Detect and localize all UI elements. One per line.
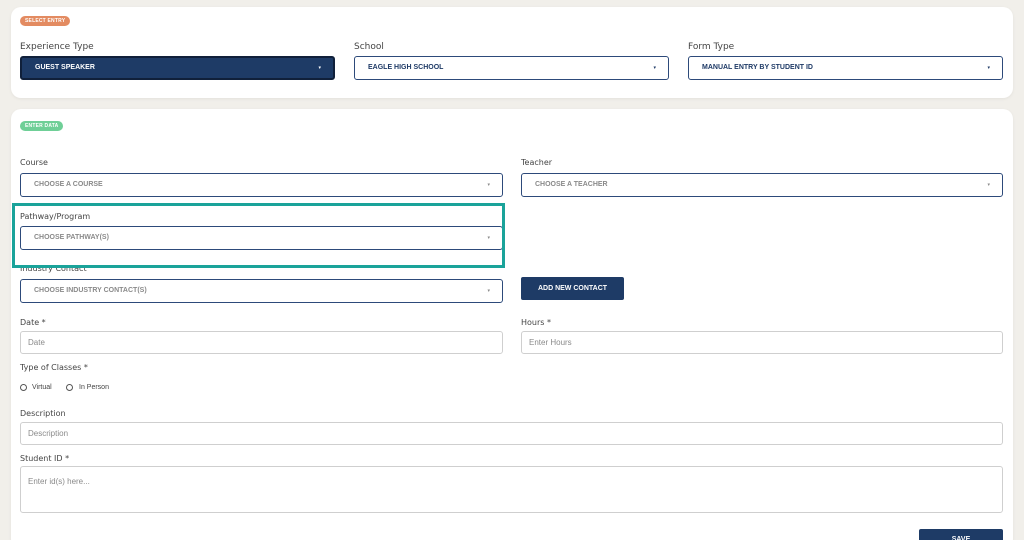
chevron-down-icon: ▾ bbox=[487, 288, 490, 294]
select-entry-card bbox=[11, 7, 1013, 98]
date-label: Date * bbox=[20, 318, 46, 327]
industry-contact-value: CHOOSE INDUSTRY CONTACT(S) bbox=[34, 287, 147, 294]
school-value: EAGLE HIGH SCHOOL bbox=[368, 64, 444, 71]
virtual-radio-label: Virtual bbox=[32, 384, 52, 391]
description-input[interactable]: Description bbox=[20, 422, 1003, 445]
in-person-radio-label: In Person bbox=[79, 384, 109, 391]
student-id-placeholder: Enter id(s) here... bbox=[28, 477, 90, 486]
experience-type-value: GUEST SPEAKER bbox=[35, 64, 95, 71]
description-label: Description bbox=[20, 409, 66, 418]
save-button[interactable]: SAVE bbox=[919, 529, 1003, 540]
virtual-radio[interactable] bbox=[20, 384, 27, 391]
form-type-value: MANUAL ENTRY BY STUDENT ID bbox=[702, 64, 813, 71]
school-select[interactable]: EAGLE HIGH SCHOOL ▾ bbox=[354, 56, 669, 80]
student-id-textarea[interactable]: Enter id(s) here... bbox=[20, 466, 1003, 513]
chevron-down-icon: ▾ bbox=[987, 65, 990, 71]
type-of-classes-label: Type of Classes * bbox=[20, 363, 88, 372]
pathway-highlight-box bbox=[12, 203, 505, 268]
chevron-down-icon: ▾ bbox=[987, 182, 990, 188]
experience-type-select[interactable]: GUEST SPEAKER ▾ bbox=[20, 56, 335, 80]
experience-type-label: Experience Type bbox=[20, 42, 94, 52]
course-select[interactable]: CHOOSE A COURSE ▾ bbox=[20, 173, 503, 197]
school-label: School bbox=[354, 42, 384, 52]
course-value: CHOOSE A COURSE bbox=[34, 181, 103, 188]
date-placeholder: Date bbox=[28, 338, 45, 347]
enter-data-badge: ENTER DATA bbox=[20, 121, 64, 131]
hours-placeholder: Enter Hours bbox=[529, 338, 572, 347]
chevron-down-icon: ▾ bbox=[487, 182, 490, 188]
select-entry-badge: SELECT ENTRY bbox=[20, 16, 71, 26]
hours-label: Hours * bbox=[521, 318, 551, 327]
teacher-label: Teacher bbox=[521, 158, 553, 167]
chevron-down-icon: ▾ bbox=[318, 65, 321, 71]
form-type-select[interactable]: MANUAL ENTRY BY STUDENT ID ▾ bbox=[688, 56, 1003, 80]
teacher-select[interactable]: CHOOSE A TEACHER ▾ bbox=[521, 173, 1003, 197]
chevron-down-icon: ▾ bbox=[653, 65, 656, 71]
add-new-contact-button[interactable]: ADD NEW CONTACT bbox=[521, 277, 624, 300]
form-type-label: Form Type bbox=[688, 42, 735, 52]
date-input[interactable]: Date bbox=[20, 331, 503, 354]
hours-input[interactable]: Enter Hours bbox=[521, 331, 1003, 354]
student-id-label: Student ID * bbox=[20, 454, 70, 463]
description-placeholder: Description bbox=[28, 429, 69, 438]
industry-contact-select[interactable]: CHOOSE INDUSTRY CONTACT(S) ▾ bbox=[20, 279, 503, 303]
teacher-value: CHOOSE A TEACHER bbox=[535, 181, 608, 188]
in-person-radio[interactable] bbox=[66, 384, 73, 391]
course-label: Course bbox=[20, 158, 48, 167]
